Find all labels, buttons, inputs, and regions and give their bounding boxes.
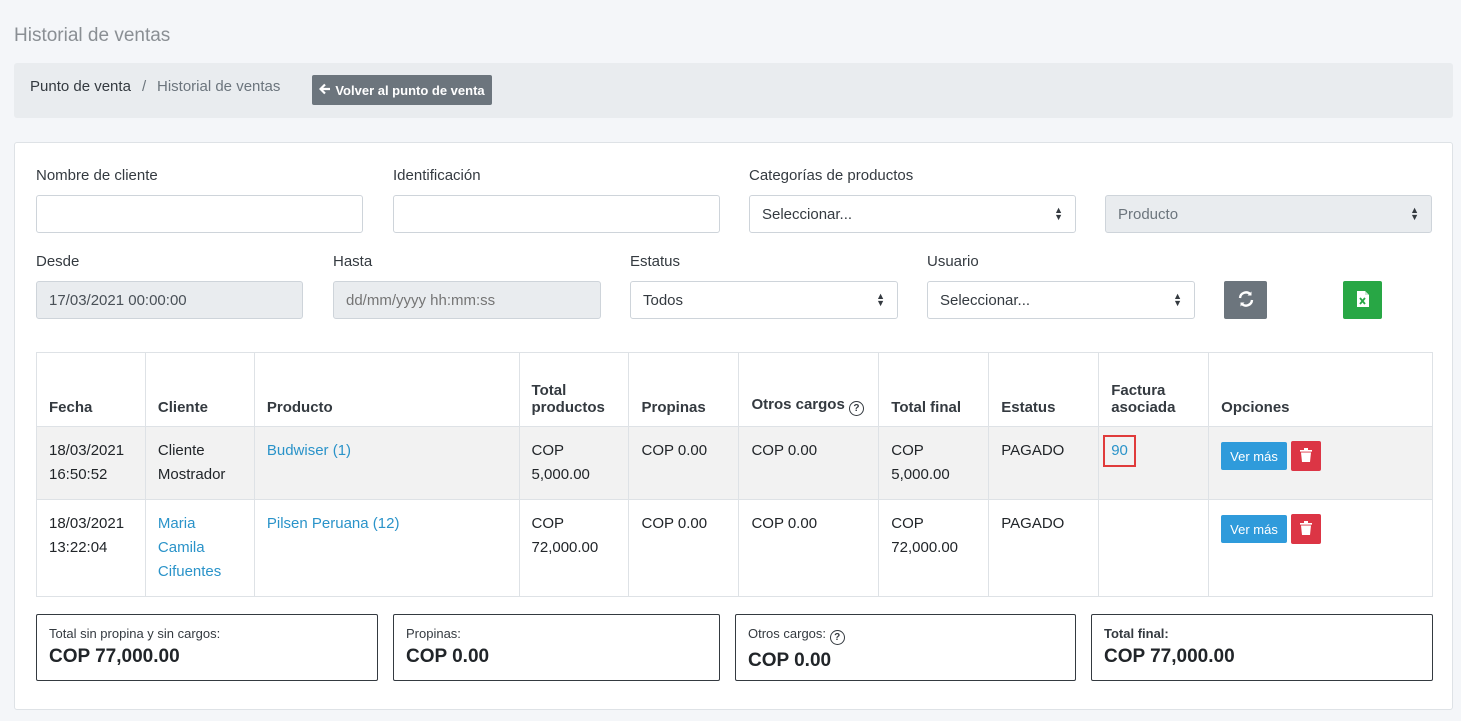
- row-total-final: COP 5,000.00: [878, 426, 990, 500]
- client-name-label: Nombre de cliente: [36, 167, 158, 184]
- summary-other-value: COP 0.00: [748, 650, 832, 671]
- header-producto: Producto: [253, 352, 520, 427]
- row-client: Cliente Mostrador: [144, 426, 255, 500]
- back-button-label: Volver al punto de venta: [335, 82, 485, 98]
- header-otros-cargos: Otros cargos ?: [738, 352, 880, 427]
- sales-table: Fecha Cliente Producto Total productos P…: [36, 352, 1433, 597]
- to-date-input[interactable]: [333, 281, 601, 319]
- row-product-link[interactable]: Budwiser (1): [253, 426, 520, 500]
- row-date: 18/03/2021 13:22:04: [36, 499, 146, 597]
- header-otros-cargos-label: Otros cargos: [751, 396, 845, 413]
- select-arrows-icon: ▲ ▼: [1054, 205, 1063, 222]
- table-header-row: Fecha Cliente Producto Total productos P…: [36, 352, 1433, 427]
- summary-tips-value: COP 0.00: [406, 646, 490, 667]
- row-total-final: COP 72,000.00: [878, 499, 990, 597]
- summary-total-label: Total final:: [1104, 626, 1169, 641]
- user-select[interactable]: Seleccionar... ▲ ▼: [927, 281, 1195, 319]
- breadcrumb-separator: /: [142, 78, 147, 95]
- summary-total-value: COP 77,000.00: [1104, 646, 1235, 667]
- row-product-link[interactable]: Pilsen Peruana (12): [253, 499, 520, 597]
- header-opciones: Opciones: [1208, 352, 1433, 427]
- to-date-label: Hasta: [333, 253, 373, 270]
- summary-subtotal: Total sin propina y sin cargos: COP 77,0…: [36, 614, 378, 681]
- summary-other: Otros cargos: ? COP 0.00: [735, 614, 1076, 681]
- table-row: 18/03/2021 13:22:04 Maria Camila Cifuent…: [36, 499, 1433, 597]
- from-date-label: Desde: [36, 253, 80, 270]
- status-label: Estatus: [630, 253, 681, 270]
- row-invoice-link[interactable]: 90: [1103, 435, 1136, 467]
- row-client-link[interactable]: Maria Camila Cifuentes: [144, 499, 255, 597]
- view-more-button[interactable]: Ver más: [1221, 515, 1287, 543]
- view-more-button[interactable]: Ver más: [1221, 442, 1287, 470]
- header-cliente: Cliente: [144, 352, 255, 427]
- select-arrows-icon: ▲ ▼: [1173, 291, 1182, 308]
- summary-other-label-wrap: Otros cargos: ?: [748, 626, 1063, 645]
- summary-total: Total final: COP 77,000.00: [1091, 614, 1433, 681]
- breadcrumb: Punto de venta / Historial de ventas Vol…: [14, 63, 1453, 118]
- summary-subtotal-value: COP 77,000.00: [49, 646, 180, 667]
- summary-other-label: Otros cargos:: [748, 626, 827, 641]
- row-tips: COP 0.00: [628, 499, 740, 597]
- header-propinas: Propinas: [628, 352, 740, 427]
- refresh-button[interactable]: [1224, 281, 1267, 319]
- breadcrumb-current: Historial de ventas: [157, 78, 281, 95]
- header-total-final: Total final: [878, 352, 990, 427]
- excel-icon: [1356, 290, 1370, 311]
- header-fecha: Fecha: [36, 352, 146, 427]
- question-circle-icon[interactable]: ?: [848, 401, 864, 416]
- trash-icon: [1299, 447, 1312, 465]
- product-select-value: Producto: [1118, 205, 1179, 223]
- table-row: 18/03/2021 16:50:52 Cliente Mostrador Bu…: [36, 426, 1433, 500]
- client-name-input[interactable]: [36, 195, 363, 233]
- identification-input[interactable]: [393, 195, 720, 233]
- identification-label: Identificación: [393, 167, 481, 184]
- from-date-input[interactable]: [36, 281, 303, 319]
- header-total-productos: Total productos: [518, 352, 630, 427]
- product-select[interactable]: Producto ▲ ▼: [1105, 195, 1432, 233]
- row-total-products: COP 72,000.00: [518, 499, 630, 597]
- summary-tips-label: Propinas:: [406, 626, 461, 641]
- row-options: Ver más: [1208, 426, 1433, 500]
- arrow-left-icon: [319, 83, 331, 98]
- breadcrumb-home-link[interactable]: Punto de venta: [30, 78, 131, 95]
- row-other-charges: COP 0.00: [738, 499, 880, 597]
- export-excel-button[interactable]: [1343, 281, 1382, 319]
- header-factura: Factura asociada: [1098, 352, 1210, 427]
- user-label: Usuario: [927, 253, 979, 270]
- categories-select[interactable]: Seleccionar... ▲ ▼: [749, 195, 1076, 233]
- categories-select-value: Seleccionar...: [762, 205, 853, 223]
- select-arrows-icon: ▲ ▼: [1410, 205, 1419, 222]
- question-circle-icon[interactable]: ?: [829, 630, 845, 645]
- summary-tips: Propinas: COP 0.00: [393, 614, 720, 681]
- row-total-products: COP 5,000.00: [518, 426, 630, 500]
- row-options: Ver más: [1208, 499, 1433, 597]
- status-select-value: Todos: [643, 291, 684, 309]
- header-estatus: Estatus: [988, 352, 1100, 427]
- status-select[interactable]: Todos ▲ ▼: [630, 281, 898, 319]
- row-status: PAGADO: [988, 499, 1100, 597]
- user-select-value: Seleccionar...: [940, 291, 1031, 309]
- delete-button[interactable]: [1290, 441, 1321, 471]
- delete-button[interactable]: [1290, 514, 1321, 544]
- categories-label: Categorías de productos: [749, 167, 914, 184]
- summary-subtotal-label: Total sin propina y sin cargos:: [49, 626, 221, 641]
- row-tips: COP 0.00: [628, 426, 740, 500]
- page-title: Historial de ventas: [14, 25, 171, 46]
- row-invoice-cell: 90: [1098, 426, 1210, 500]
- select-arrows-icon: ▲ ▼: [876, 291, 885, 308]
- refresh-icon: [1237, 290, 1255, 311]
- row-invoice-cell: [1098, 499, 1210, 597]
- sales-history-card: Nombre de cliente Identificación Categor…: [14, 142, 1453, 710]
- row-date: 18/03/2021 16:50:52: [36, 426, 146, 500]
- back-to-pos-button[interactable]: Volver al punto de venta: [312, 75, 492, 105]
- trash-icon: [1299, 520, 1312, 538]
- row-other-charges: COP 0.00: [738, 426, 880, 500]
- row-status: PAGADO: [988, 426, 1100, 500]
